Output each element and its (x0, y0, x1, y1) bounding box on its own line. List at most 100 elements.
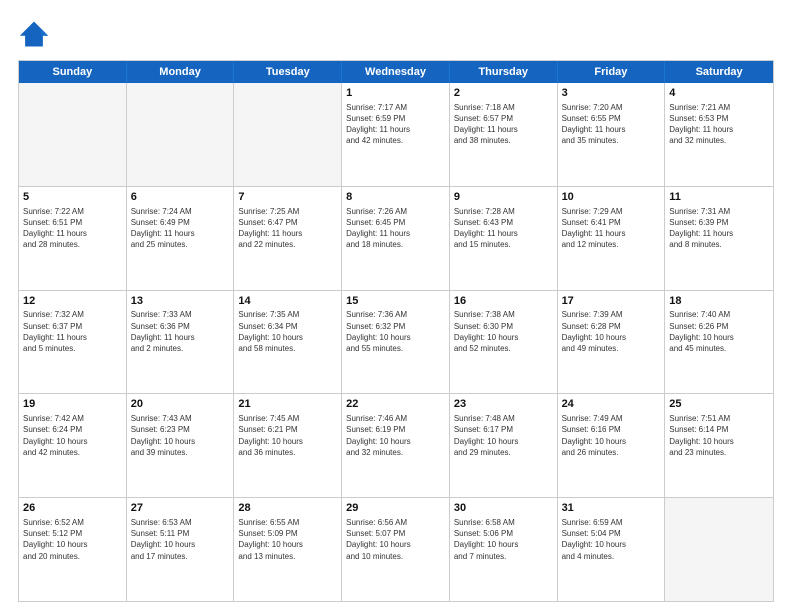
day-number: 22 (346, 397, 445, 412)
day-number: 20 (131, 397, 230, 412)
day-number: 16 (454, 294, 553, 309)
calendar-cell-day-1: 1Sunrise: 7:17 AM Sunset: 6:59 PM Daylig… (342, 83, 450, 186)
calendar-cell-day-20: 20Sunrise: 7:43 AM Sunset: 6:23 PM Dayli… (127, 394, 235, 497)
day-number: 4 (669, 86, 769, 101)
day-info: Sunrise: 7:22 AM Sunset: 6:51 PM Dayligh… (23, 206, 122, 251)
day-number: 15 (346, 294, 445, 309)
calendar-cell-day-24: 24Sunrise: 7:49 AM Sunset: 6:16 PM Dayli… (558, 394, 666, 497)
calendar-cell-day-28: 28Sunrise: 6:55 AM Sunset: 5:09 PM Dayli… (234, 498, 342, 601)
day-info: Sunrise: 7:31 AM Sunset: 6:39 PM Dayligh… (669, 206, 769, 251)
day-number: 21 (238, 397, 337, 412)
day-info: Sunrise: 6:58 AM Sunset: 5:06 PM Dayligh… (454, 517, 553, 562)
calendar-cell-day-21: 21Sunrise: 7:45 AM Sunset: 6:21 PM Dayli… (234, 394, 342, 497)
calendar-cell-empty (19, 83, 127, 186)
day-number: 31 (562, 501, 661, 516)
day-number: 14 (238, 294, 337, 309)
calendar-cell-day-9: 9Sunrise: 7:28 AM Sunset: 6:43 PM Daylig… (450, 187, 558, 290)
day-info: Sunrise: 7:42 AM Sunset: 6:24 PM Dayligh… (23, 413, 122, 458)
day-info: Sunrise: 7:48 AM Sunset: 6:17 PM Dayligh… (454, 413, 553, 458)
day-info: Sunrise: 7:51 AM Sunset: 6:14 PM Dayligh… (669, 413, 769, 458)
calendar-cell-day-4: 4Sunrise: 7:21 AM Sunset: 6:53 PM Daylig… (665, 83, 773, 186)
day-number: 9 (454, 190, 553, 205)
day-info: Sunrise: 7:32 AM Sunset: 6:37 PM Dayligh… (23, 309, 122, 354)
day-info: Sunrise: 7:20 AM Sunset: 6:55 PM Dayligh… (562, 102, 661, 147)
day-number: 27 (131, 501, 230, 516)
calendar-cell-empty (665, 498, 773, 601)
calendar: SundayMondayTuesdayWednesdayThursdayFrid… (18, 60, 774, 602)
day-number: 8 (346, 190, 445, 205)
calendar-cell-day-26: 26Sunrise: 6:52 AM Sunset: 5:12 PM Dayli… (19, 498, 127, 601)
day-number: 17 (562, 294, 661, 309)
calendar-cell-day-30: 30Sunrise: 6:58 AM Sunset: 5:06 PM Dayli… (450, 498, 558, 601)
day-number: 3 (562, 86, 661, 101)
day-info: Sunrise: 7:29 AM Sunset: 6:41 PM Dayligh… (562, 206, 661, 251)
day-number: 23 (454, 397, 553, 412)
calendar-row-3: 19Sunrise: 7:42 AM Sunset: 6:24 PM Dayli… (19, 393, 773, 497)
day-info: Sunrise: 7:49 AM Sunset: 6:16 PM Dayligh… (562, 413, 661, 458)
calendar-row-0: 1Sunrise: 7:17 AM Sunset: 6:59 PM Daylig… (19, 83, 773, 186)
calendar-cell-day-25: 25Sunrise: 7:51 AM Sunset: 6:14 PM Dayli… (665, 394, 773, 497)
calendar-cell-day-2: 2Sunrise: 7:18 AM Sunset: 6:57 PM Daylig… (450, 83, 558, 186)
calendar-cell-day-12: 12Sunrise: 7:32 AM Sunset: 6:37 PM Dayli… (19, 291, 127, 394)
day-number: 30 (454, 501, 553, 516)
calendar-cell-day-27: 27Sunrise: 6:53 AM Sunset: 5:11 PM Dayli… (127, 498, 235, 601)
day-info: Sunrise: 6:53 AM Sunset: 5:11 PM Dayligh… (131, 517, 230, 562)
day-info: Sunrise: 7:40 AM Sunset: 6:26 PM Dayligh… (669, 309, 769, 354)
day-number: 2 (454, 86, 553, 101)
weekday-header-tuesday: Tuesday (234, 61, 342, 83)
calendar-row-2: 12Sunrise: 7:32 AM Sunset: 6:37 PM Dayli… (19, 290, 773, 394)
day-number: 13 (131, 294, 230, 309)
day-info: Sunrise: 6:55 AM Sunset: 5:09 PM Dayligh… (238, 517, 337, 562)
calendar-cell-day-17: 17Sunrise: 7:39 AM Sunset: 6:28 PM Dayli… (558, 291, 666, 394)
day-number: 28 (238, 501, 337, 516)
calendar-cell-day-8: 8Sunrise: 7:26 AM Sunset: 6:45 PM Daylig… (342, 187, 450, 290)
day-number: 7 (238, 190, 337, 205)
day-info: Sunrise: 6:52 AM Sunset: 5:12 PM Dayligh… (23, 517, 122, 562)
day-number: 11 (669, 190, 769, 205)
calendar-row-1: 5Sunrise: 7:22 AM Sunset: 6:51 PM Daylig… (19, 186, 773, 290)
day-info: Sunrise: 7:33 AM Sunset: 6:36 PM Dayligh… (131, 309, 230, 354)
day-info: Sunrise: 7:28 AM Sunset: 6:43 PM Dayligh… (454, 206, 553, 251)
day-number: 1 (346, 86, 445, 101)
day-info: Sunrise: 7:25 AM Sunset: 6:47 PM Dayligh… (238, 206, 337, 251)
calendar-cell-empty (234, 83, 342, 186)
day-info: Sunrise: 7:26 AM Sunset: 6:45 PM Dayligh… (346, 206, 445, 251)
day-info: Sunrise: 7:38 AM Sunset: 6:30 PM Dayligh… (454, 309, 553, 354)
weekday-header-sunday: Sunday (19, 61, 127, 83)
day-number: 29 (346, 501, 445, 516)
day-info: Sunrise: 7:45 AM Sunset: 6:21 PM Dayligh… (238, 413, 337, 458)
day-number: 26 (23, 501, 122, 516)
day-number: 24 (562, 397, 661, 412)
calendar-cell-day-16: 16Sunrise: 7:38 AM Sunset: 6:30 PM Dayli… (450, 291, 558, 394)
calendar-cell-day-22: 22Sunrise: 7:46 AM Sunset: 6:19 PM Dayli… (342, 394, 450, 497)
logo (18, 18, 54, 50)
weekday-header-friday: Friday (558, 61, 666, 83)
day-info: Sunrise: 7:36 AM Sunset: 6:32 PM Dayligh… (346, 309, 445, 354)
calendar-cell-day-19: 19Sunrise: 7:42 AM Sunset: 6:24 PM Dayli… (19, 394, 127, 497)
day-info: Sunrise: 7:46 AM Sunset: 6:19 PM Dayligh… (346, 413, 445, 458)
logo-icon (18, 18, 50, 50)
day-info: Sunrise: 7:18 AM Sunset: 6:57 PM Dayligh… (454, 102, 553, 147)
calendar-row-4: 26Sunrise: 6:52 AM Sunset: 5:12 PM Dayli… (19, 497, 773, 601)
calendar-cell-day-23: 23Sunrise: 7:48 AM Sunset: 6:17 PM Dayli… (450, 394, 558, 497)
calendar-cell-day-7: 7Sunrise: 7:25 AM Sunset: 6:47 PM Daylig… (234, 187, 342, 290)
day-info: Sunrise: 7:43 AM Sunset: 6:23 PM Dayligh… (131, 413, 230, 458)
day-number: 5 (23, 190, 122, 205)
day-info: Sunrise: 7:39 AM Sunset: 6:28 PM Dayligh… (562, 309, 661, 354)
day-number: 6 (131, 190, 230, 205)
day-info: Sunrise: 7:21 AM Sunset: 6:53 PM Dayligh… (669, 102, 769, 147)
day-info: Sunrise: 7:24 AM Sunset: 6:49 PM Dayligh… (131, 206, 230, 251)
day-number: 12 (23, 294, 122, 309)
calendar-cell-day-29: 29Sunrise: 6:56 AM Sunset: 5:07 PM Dayli… (342, 498, 450, 601)
calendar-header: SundayMondayTuesdayWednesdayThursdayFrid… (19, 61, 773, 83)
calendar-cell-day-6: 6Sunrise: 7:24 AM Sunset: 6:49 PM Daylig… (127, 187, 235, 290)
day-info: Sunrise: 6:59 AM Sunset: 5:04 PM Dayligh… (562, 517, 661, 562)
calendar-cell-day-14: 14Sunrise: 7:35 AM Sunset: 6:34 PM Dayli… (234, 291, 342, 394)
calendar-cell-day-5: 5Sunrise: 7:22 AM Sunset: 6:51 PM Daylig… (19, 187, 127, 290)
day-number: 18 (669, 294, 769, 309)
calendar-cell-day-15: 15Sunrise: 7:36 AM Sunset: 6:32 PM Dayli… (342, 291, 450, 394)
header (18, 18, 774, 50)
day-number: 25 (669, 397, 769, 412)
page: SundayMondayTuesdayWednesdayThursdayFrid… (0, 0, 792, 612)
calendar-cell-day-10: 10Sunrise: 7:29 AM Sunset: 6:41 PM Dayli… (558, 187, 666, 290)
